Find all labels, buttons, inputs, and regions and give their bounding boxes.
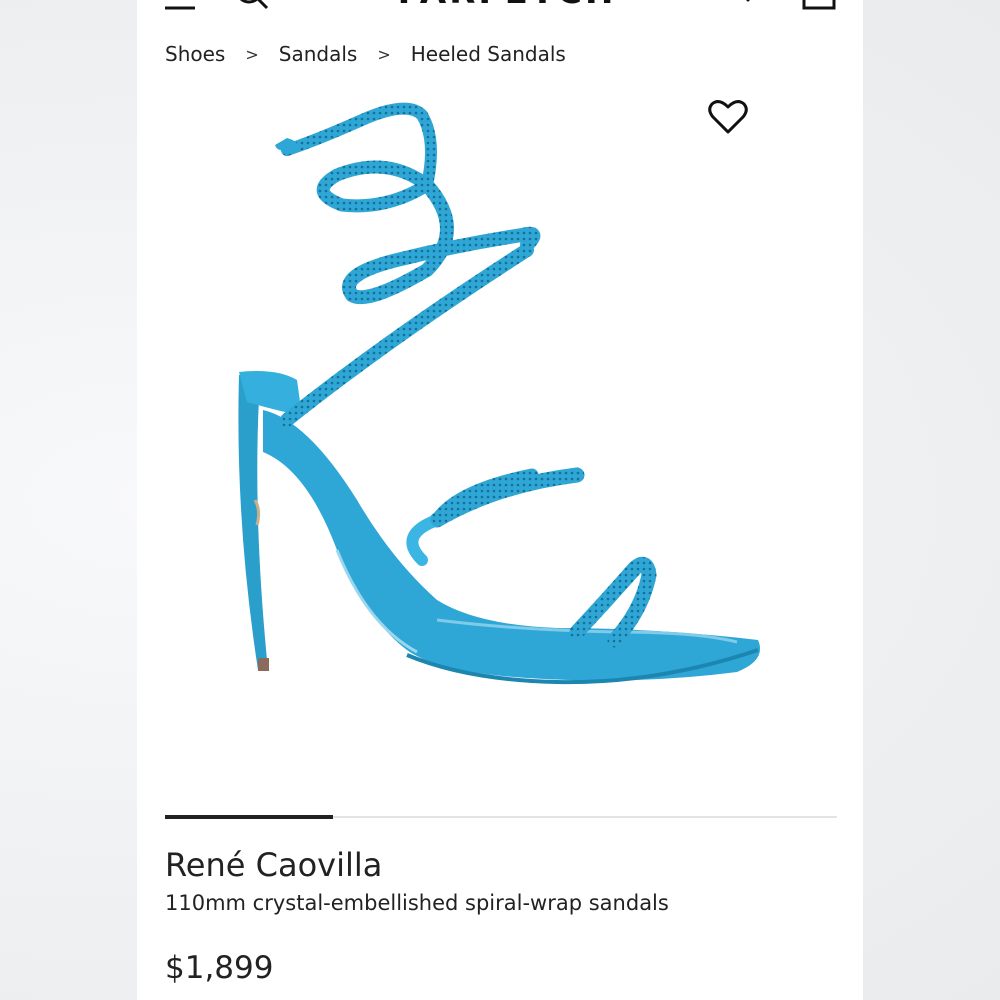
product-image[interactable]	[137, 80, 863, 800]
product-page: FARFETCH Shoes > Sandals > Heeled Sandal…	[137, 0, 863, 1000]
product-price: $1,899	[165, 950, 274, 986]
menu-icon[interactable]	[165, 0, 197, 10]
product-brand[interactable]: René Caovilla	[165, 846, 382, 884]
farfetch-logo[interactable]: FARFETCH	[387, 0, 627, 12]
breadcrumb-separator: >	[245, 44, 259, 64]
breadcrumb-sandals[interactable]: Sandals	[279, 42, 358, 66]
breadcrumb: Shoes > Sandals > Heeled Sandals	[165, 42, 566, 66]
product-description: 110mm crystal-embellished spiral-wrap sa…	[165, 891, 669, 915]
add-to-wishlist-heart-icon[interactable]	[707, 98, 749, 136]
image-carousel-indicator	[165, 815, 837, 819]
search-icon[interactable]	[233, 0, 271, 10]
heart-icon[interactable]	[733, 0, 763, 10]
breadcrumb-heeled-sandals[interactable]: Heeled Sandals	[411, 42, 566, 66]
site-header: FARFETCH	[137, 0, 863, 12]
breadcrumb-separator: >	[377, 44, 391, 64]
bag-icon[interactable]	[801, 0, 837, 10]
carousel-progress-bar	[165, 815, 333, 819]
breadcrumb-shoes[interactable]: Shoes	[165, 42, 225, 66]
